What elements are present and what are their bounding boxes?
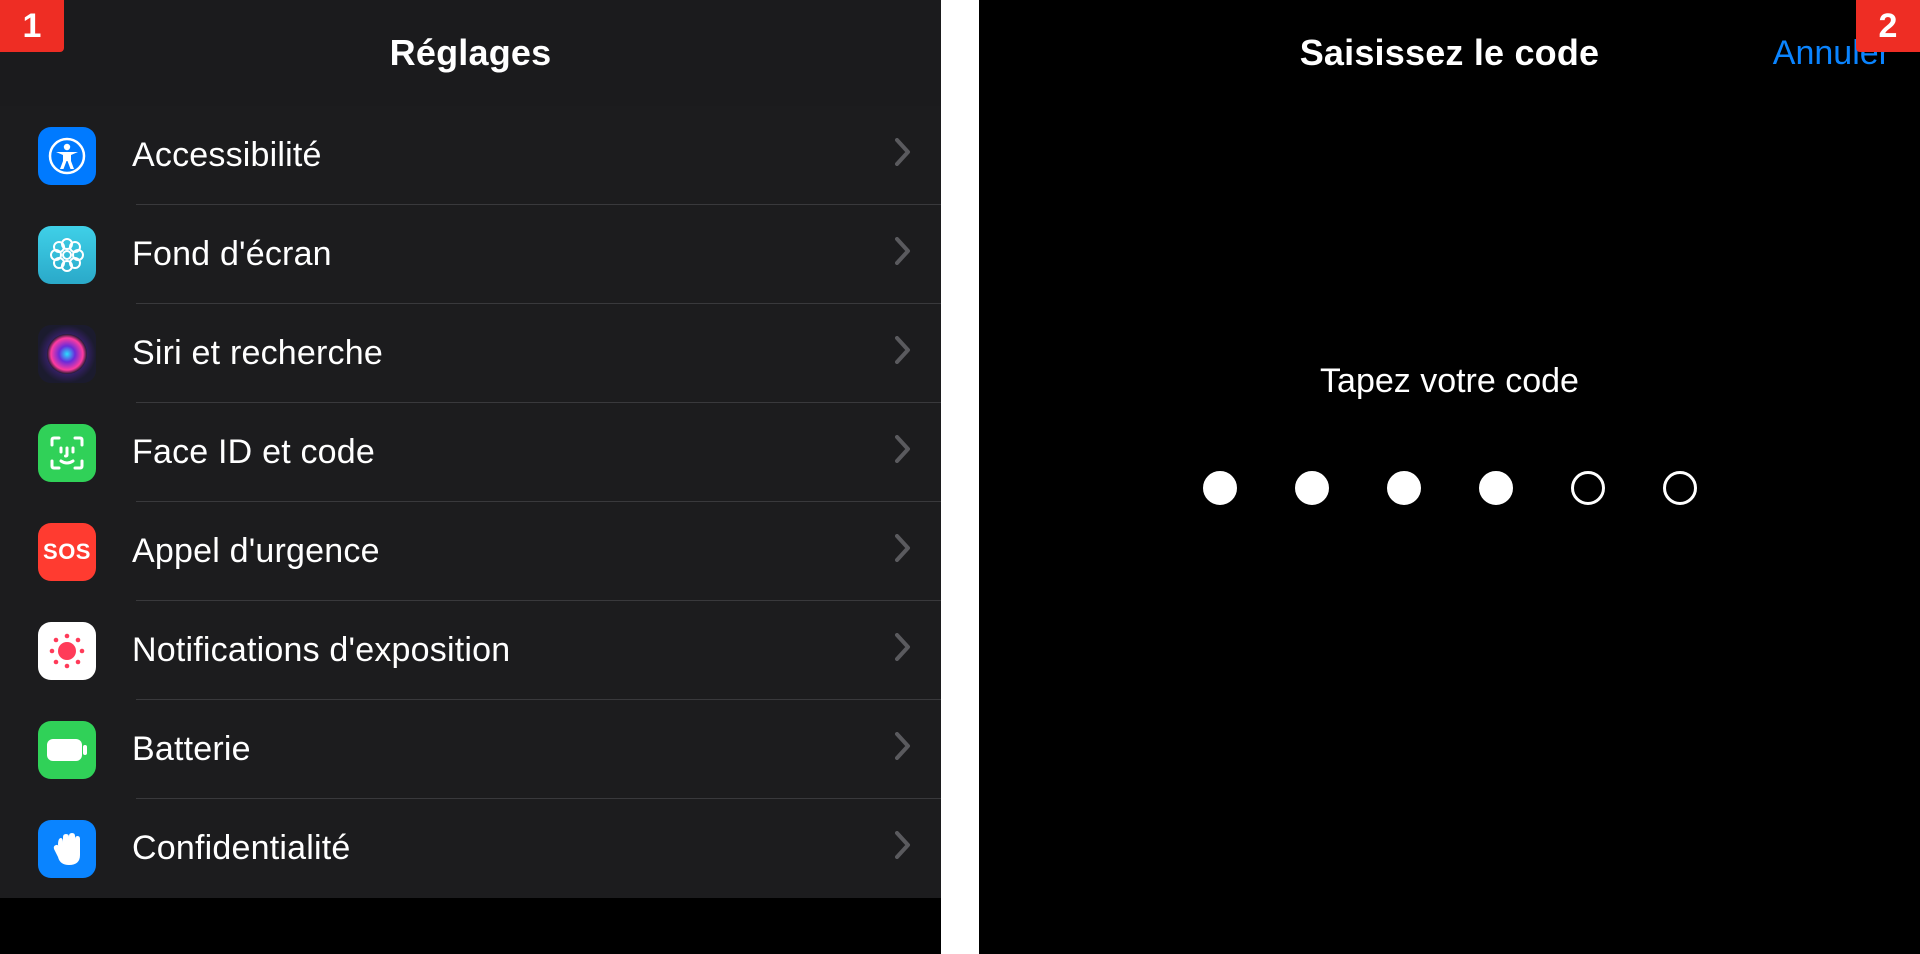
navbar-settings: Réglages: [0, 0, 941, 106]
passcode-body: Tapez votre code: [979, 106, 1920, 505]
chevron-right-icon: [895, 829, 911, 868]
passcode-dot: [1203, 471, 1237, 505]
panel-divider: [941, 0, 979, 954]
chevron-right-icon: [895, 136, 911, 175]
settings-row-wallpaper[interactable]: Fond d'écran: [0, 205, 941, 304]
row-label: Siri et recherche: [132, 334, 895, 373]
siri-icon: [38, 325, 96, 383]
settings-row-siri[interactable]: Siri et recherche: [0, 304, 941, 403]
settings-row-privacy[interactable]: Confidentialité: [0, 799, 941, 898]
hand-icon: [38, 820, 96, 878]
chevron-right-icon: [895, 433, 911, 472]
sos-icon: SOS: [38, 523, 96, 581]
settings-row-emergency[interactable]: SOS Appel d'urgence: [0, 502, 941, 601]
row-label: Confidentialité: [132, 829, 895, 868]
panel-passcode: 2 Saisissez le code Annuler Tapez votre …: [979, 0, 1920, 954]
navbar-passcode: Saisissez le code Annuler: [979, 0, 1920, 106]
row-label: Accessibilité: [132, 136, 895, 175]
row-label: Appel d'urgence: [132, 532, 895, 571]
row-label: Batterie: [132, 730, 895, 769]
battery-icon: [38, 721, 96, 779]
navbar-title-passcode: Saisissez le code: [1300, 32, 1600, 74]
step-badge-2: 2: [1856, 0, 1920, 52]
bottom-spacer: [0, 898, 941, 954]
passcode-dot: [1571, 471, 1605, 505]
passcode-dot: [1387, 471, 1421, 505]
passcode-prompt: Tapez votre code: [1320, 362, 1579, 401]
chevron-right-icon: [895, 235, 911, 274]
settings-row-exposure[interactable]: Notifications d'exposition: [0, 601, 941, 700]
settings-row-accessibility[interactable]: Accessibilité: [0, 106, 941, 205]
passcode-dots: [1203, 471, 1697, 505]
step-badge-1: 1: [0, 0, 64, 52]
row-label: Face ID et code: [132, 433, 895, 472]
settings-list: Accessibilité: [0, 106, 941, 898]
settings-row-battery[interactable]: Batterie: [0, 700, 941, 799]
navbar-title-settings: Réglages: [390, 32, 552, 74]
panel-settings: 1 Réglages Accessibilité: [0, 0, 941, 954]
exposure-icon: [38, 622, 96, 680]
settings-row-faceid[interactable]: Face ID et code: [0, 403, 941, 502]
stage: 1 Réglages Accessibilité: [0, 0, 1920, 954]
chevron-right-icon: [895, 730, 911, 769]
passcode-dot: [1479, 471, 1513, 505]
chevron-right-icon: [895, 334, 911, 373]
faceid-icon: [38, 424, 96, 482]
row-label: Notifications d'exposition: [132, 631, 895, 670]
chevron-right-icon: [895, 532, 911, 571]
row-label: Fond d'écran: [132, 235, 895, 274]
passcode-dot: [1295, 471, 1329, 505]
passcode-dot: [1663, 471, 1697, 505]
flower-icon: [38, 226, 96, 284]
accessibility-icon: [38, 127, 96, 185]
chevron-right-icon: [895, 631, 911, 670]
